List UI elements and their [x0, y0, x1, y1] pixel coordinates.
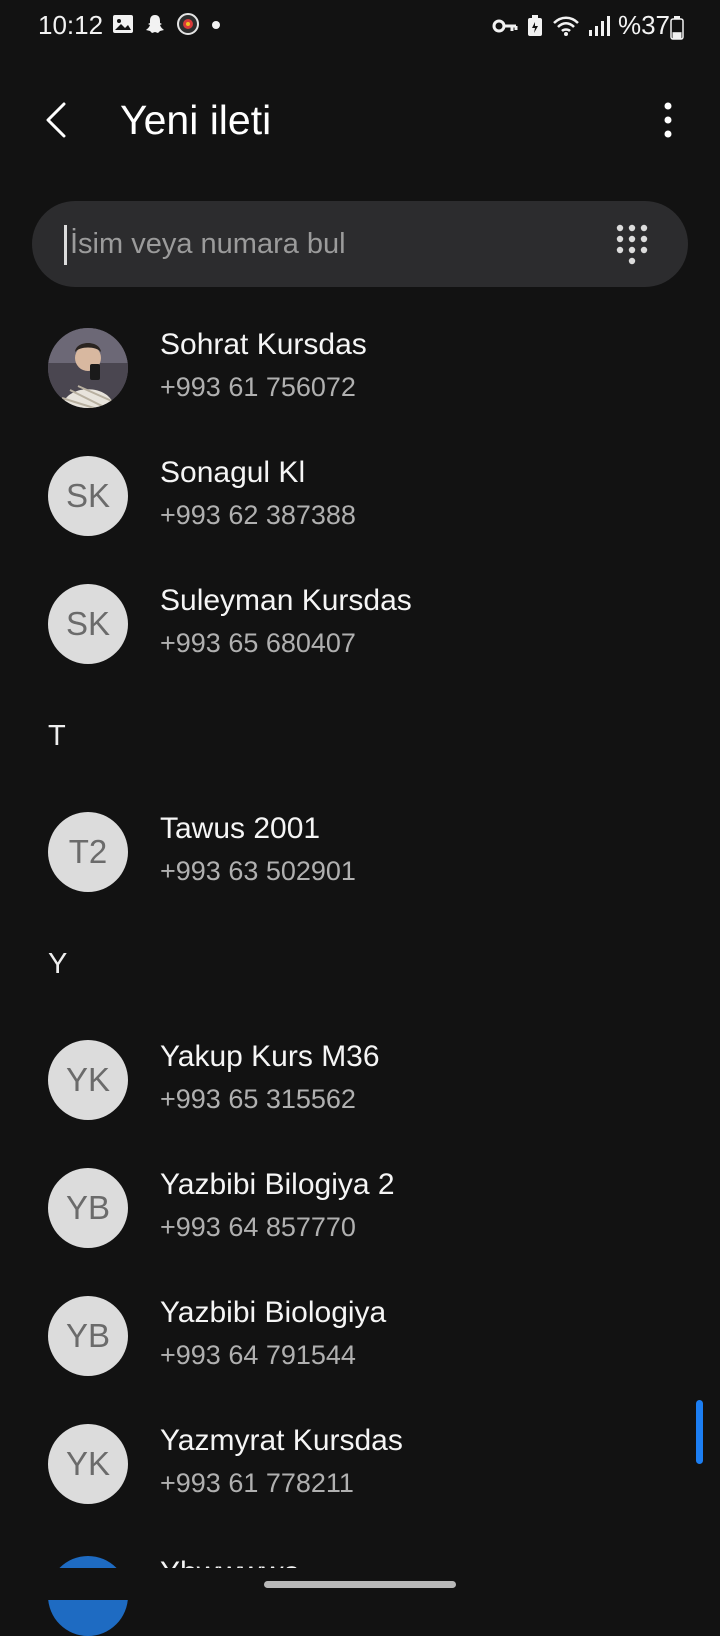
- battery-percentage: %37: [617, 10, 670, 40]
- contact-initials-avatar: YB: [48, 1296, 128, 1376]
- contact-number: +993 62 387388: [160, 500, 356, 530]
- contact-name: Sohrat Kursdas: [160, 328, 367, 361]
- contact-row[interactable]: YK Yazmyrat Kursdas +993 61 778211: [0, 1400, 720, 1528]
- page-title: Yeni ileti: [120, 97, 272, 143]
- contact-name: Yazbibi Biologiya: [160, 1296, 387, 1329]
- snapchat-icon: [146, 15, 164, 33]
- contact-row[interactable]: SK Suleyman Kursdas +993 65 680407: [0, 560, 720, 688]
- status-bar: 10:12 %37: [0, 0, 720, 56]
- search-box[interactable]: [32, 201, 688, 287]
- battery-saver-icon: [527, 14, 542, 36]
- signal-icon: [588, 15, 610, 36]
- dialpad-icon[interactable]: [612, 223, 652, 265]
- home-indicator[interactable]: [264, 1581, 456, 1588]
- contact-initials-avatar: SK: [48, 584, 128, 664]
- contact-number: +993 61 778211: [160, 1468, 354, 1498]
- section-header-t: T: [48, 720, 66, 752]
- contact-name: Yazmyrat Kursdas: [160, 1424, 403, 1457]
- contact-initials-avatar: YK: [48, 1424, 128, 1504]
- contact-row[interactable]: YK Yakup Kurs M36 +993 65 315562: [0, 1016, 720, 1144]
- contact-name: Yakup Kurs M36: [160, 1040, 380, 1073]
- contact-photo: [48, 328, 128, 408]
- contact-name: Yazbibi Bilogiya 2: [160, 1168, 395, 1201]
- dot-icon: [212, 21, 220, 29]
- contact-initials-avatar: SK: [48, 456, 128, 536]
- contact-initials-avatar: T2: [48, 812, 128, 892]
- contact-row[interactable]: Sohrat Kursdas +993 61 756072: [0, 304, 720, 432]
- contact-number: +993 61 756072: [160, 372, 356, 402]
- status-right-icons: %37: [492, 10, 670, 41]
- search-input[interactable]: [70, 201, 610, 287]
- contact-name: Tawus 2001: [160, 812, 321, 845]
- contact-initials-avatar: YB: [48, 1168, 128, 1248]
- more-options-button[interactable]: [648, 94, 688, 146]
- contact-row[interactable]: T2 Tawus 2001 +993 63 502901: [0, 788, 720, 916]
- status-time: 10:12: [38, 10, 104, 40]
- contact-number: +993 65 315562: [160, 1084, 356, 1114]
- text-cursor: [64, 225, 67, 265]
- contact-number: +993 64 857770: [160, 1212, 356, 1242]
- contact-row[interactable]: YB Yazbibi Bilogiya 2 +993 64 857770: [0, 1144, 720, 1272]
- contact-initials-avatar: YK: [48, 1040, 128, 1120]
- contact-name: Sonagul Kl: [160, 456, 306, 489]
- vpn-key-icon: [492, 19, 518, 32]
- section-header-y: Y: [48, 948, 68, 980]
- contact-name: Suleyman Kursdas: [160, 584, 412, 617]
- scrollbar-thumb[interactable]: [696, 1400, 703, 1464]
- contact-partial-name: Yhwwwwa Kursdas: [160, 1558, 410, 1568]
- chevron-left-icon: [46, 102, 66, 138]
- contact-number: +993 63 502901: [160, 856, 356, 886]
- contact-photo-avatar: [48, 328, 128, 408]
- contact-row[interactable]: SK Sonagul Kl +993 62 387388: [0, 432, 720, 560]
- wifi-icon: [553, 16, 579, 36]
- contact-number: +993 65 680407: [160, 628, 356, 658]
- status-left-icons: [112, 12, 222, 36]
- back-button[interactable]: [30, 94, 82, 146]
- app-notification-icon: [177, 13, 199, 35]
- contact-row[interactable]: YB Yazbibi Biologiya +993 64 791544: [0, 1272, 720, 1400]
- app-header: Yeni ileti: [0, 80, 720, 160]
- contact-list: Sohrat Kursdas +993 61 756072 SK Sonagul…: [0, 304, 720, 1568]
- battery-icon: [670, 16, 684, 40]
- more-vert-icon: [664, 102, 672, 138]
- contact-number: +993 64 791544: [160, 1340, 356, 1370]
- gallery-icon: [113, 15, 133, 33]
